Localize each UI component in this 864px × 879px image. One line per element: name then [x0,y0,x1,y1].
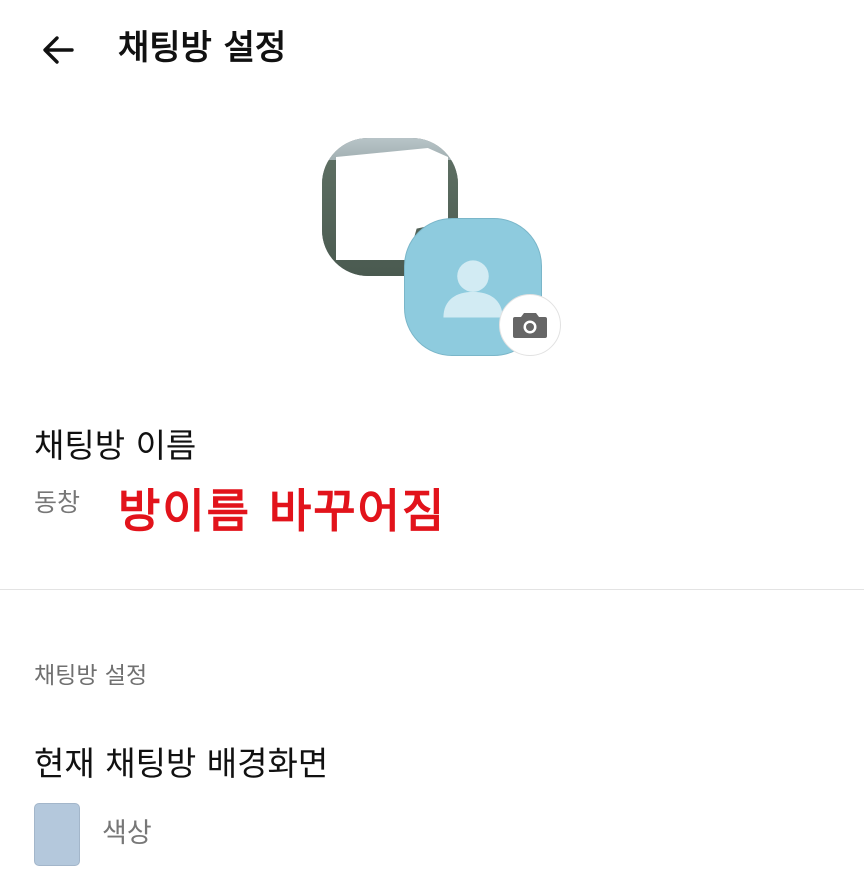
current-background-label[interactable]: 현재 채팅방 배경화면 [34,742,328,786]
background-color-option[interactable]: 색상 [34,802,152,866]
arrow-left-icon [43,36,74,64]
chat-room-settings-screen: 채팅방 설정 채팅방 이름 동창 방이름 바꾸어짐 채팅방 설정 현재 채팅방 … [0,0,864,879]
room-name-label: 채팅방 이름 [34,426,197,465]
header: 채팅방 설정 [0,0,864,100]
change-photo-button[interactable] [499,294,561,356]
settings-section-header: 채팅방 설정 [34,663,148,689]
camera-icon [513,313,547,338]
back-button[interactable] [36,28,80,72]
room-name-annotation: 방이름 바꾸어짐 [118,484,447,538]
color-label: 색상 [102,818,152,849]
page-title: 채팅방 설정 [118,28,287,68]
divider [0,589,864,590]
color-swatch [34,802,80,866]
room-name-value[interactable]: 동창 [34,486,80,520]
